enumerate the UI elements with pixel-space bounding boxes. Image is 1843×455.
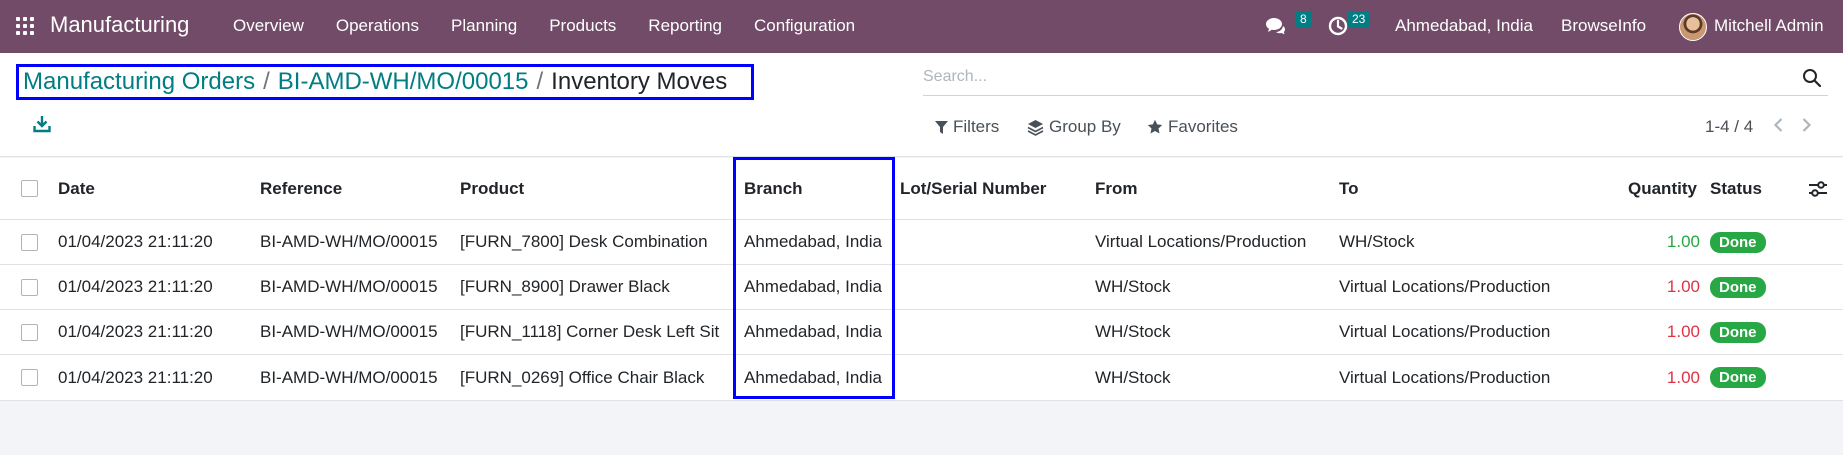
cell-from: WH/Stock bbox=[1095, 322, 1171, 341]
pager-value[interactable]: 1-4 / 4 bbox=[1705, 117, 1753, 137]
breadcrumb: Manufacturing Orders / BI-AMD-WH/MO/0001… bbox=[16, 64, 754, 100]
cell-reference: BI-AMD-WH/MO/00015 bbox=[260, 232, 438, 251]
cell-branch: Ahmedabad, India bbox=[744, 322, 882, 341]
menu-overview[interactable]: Overview bbox=[233, 16, 304, 36]
cell-status: Done bbox=[1710, 220, 1766, 264]
column-header-to[interactable]: To bbox=[1339, 158, 1359, 219]
menu-reporting[interactable]: Reporting bbox=[648, 16, 722, 36]
app-name[interactable]: Manufacturing bbox=[50, 12, 189, 38]
column-header-reference[interactable]: Reference bbox=[260, 158, 342, 219]
column-header-branch[interactable]: Branch bbox=[744, 158, 803, 219]
download-icon[interactable] bbox=[33, 115, 51, 133]
cell-product: [FURN_1118] Corner Desk Left Sit bbox=[460, 322, 720, 341]
cell-status: Done bbox=[1710, 355, 1766, 400]
cell-product: [FURN_7800] Desk Combination bbox=[460, 232, 708, 251]
search-input[interactable] bbox=[923, 62, 1783, 92]
menu-operations[interactable]: Operations bbox=[336, 16, 419, 36]
status-badge: Done bbox=[1710, 367, 1766, 388]
cell-reference: BI-AMD-WH/MO/00015 bbox=[260, 322, 438, 341]
status-badge: Done bbox=[1710, 231, 1766, 253]
menu-configuration[interactable]: Configuration bbox=[754, 16, 855, 36]
cell-status: Done bbox=[1710, 265, 1766, 309]
search-bar bbox=[923, 62, 1828, 96]
cell-product: [FURN_0269] Office Chair Black bbox=[460, 367, 705, 387]
clock-icon[interactable] bbox=[1328, 16, 1348, 36]
cell-to: Virtual Locations/Production bbox=[1339, 322, 1551, 341]
cell-from: Virtual Locations/Production bbox=[1095, 232, 1307, 251]
activities-count-badge: 23 bbox=[1347, 11, 1371, 27]
group-by-label: Group By bbox=[1049, 117, 1121, 136]
cell-reference: BI-AMD-WH/MO/00015 bbox=[260, 277, 438, 296]
messages-count-badge: 8 bbox=[1295, 11, 1312, 27]
layers-icon bbox=[1027, 119, 1044, 136]
breadcrumb-manufacturing-orders[interactable]: Manufacturing Orders bbox=[23, 68, 255, 96]
page-title: Inventory Moves bbox=[551, 68, 728, 95]
cell-date: 01/04/2023 21:11:20 bbox=[58, 322, 213, 341]
favorites-label: Favorites bbox=[1168, 117, 1238, 136]
column-header-lot[interactable]: Lot/Serial Number bbox=[900, 158, 1046, 219]
cell-to: Virtual Locations/Production bbox=[1339, 277, 1551, 296]
chevron-right-icon[interactable] bbox=[1798, 117, 1814, 133]
column-header-status[interactable]: Status bbox=[1710, 158, 1762, 219]
search-icon[interactable] bbox=[1802, 68, 1822, 88]
cell-branch: Ahmedabad, India bbox=[744, 367, 882, 387]
chat-icon[interactable] bbox=[1264, 16, 1286, 36]
avatar[interactable] bbox=[1679, 13, 1707, 41]
select-all-checkbox[interactable] bbox=[21, 180, 38, 197]
column-header-from[interactable]: From bbox=[1095, 158, 1138, 219]
user-menu[interactable]: Mitchell Admin bbox=[1714, 16, 1824, 36]
breadcrumb-separator: / bbox=[536, 68, 544, 95]
row-checkbox[interactable] bbox=[21, 279, 38, 296]
menu-planning[interactable]: Planning bbox=[451, 16, 517, 36]
moves-table: Date Reference Product Branch Lot/Serial… bbox=[0, 158, 1843, 401]
cell-quantity: 1.00 bbox=[1666, 367, 1700, 387]
chevron-left-icon[interactable] bbox=[1771, 117, 1787, 133]
company-switcher[interactable]: BrowseInfo bbox=[1561, 16, 1646, 36]
table-row[interactable]: 01/04/2023 21:11:20 BI-AMD-WH/MO/00015 [… bbox=[0, 220, 1843, 265]
branch-switcher[interactable]: Ahmedabad, India bbox=[1395, 16, 1533, 36]
cell-quantity: 1.00 bbox=[1666, 322, 1700, 341]
column-header-date[interactable]: Date bbox=[58, 158, 95, 219]
status-badge: Done bbox=[1710, 321, 1766, 343]
cell-product: [FURN_8900] Drawer Black bbox=[460, 277, 670, 296]
top-navbar: Manufacturing Overview Operations Planni… bbox=[0, 0, 1843, 53]
group-by-button[interactable]: Group By bbox=[1027, 117, 1121, 137]
filters-label: Filters bbox=[953, 117, 1000, 136]
main-menu: Overview Operations Planning Products Re… bbox=[233, 16, 887, 36]
cell-from: WH/Stock bbox=[1095, 277, 1171, 296]
cell-branch: Ahmedabad, India bbox=[744, 277, 882, 296]
filters-button[interactable]: Filters bbox=[935, 117, 999, 137]
breadcrumb-mo-reference[interactable]: BI-AMD-WH/MO/00015 bbox=[278, 68, 529, 96]
favorites-button[interactable]: Favorites bbox=[1147, 117, 1238, 137]
row-checkbox[interactable] bbox=[21, 234, 38, 251]
status-badge: Done bbox=[1710, 276, 1766, 298]
menu-products[interactable]: Products bbox=[549, 16, 616, 36]
cell-quantity: 1.00 bbox=[1666, 232, 1700, 251]
column-header-product[interactable]: Product bbox=[460, 158, 524, 219]
cell-quantity: 1.00 bbox=[1666, 277, 1700, 296]
row-checkbox[interactable] bbox=[21, 324, 38, 341]
cell-date: 01/04/2023 21:11:20 bbox=[58, 367, 213, 387]
table-row[interactable]: 01/04/2023 21:11:20 BI-AMD-WH/MO/00015 [… bbox=[0, 265, 1843, 310]
cell-to: WH/Stock bbox=[1339, 232, 1415, 251]
table-row[interactable]: 01/04/2023 21:11:20 BI-AMD-WH/MO/00015 [… bbox=[0, 310, 1843, 355]
cell-reference: BI-AMD-WH/MO/00015 bbox=[260, 367, 438, 387]
column-settings-icon[interactable] bbox=[1808, 181, 1828, 197]
apps-grid-icon[interactable] bbox=[16, 17, 34, 35]
cell-date: 01/04/2023 21:11:20 bbox=[58, 277, 213, 296]
cell-date: 01/04/2023 21:11:20 bbox=[58, 232, 213, 251]
table-row[interactable]: 01/04/2023 21:11:20 BI-AMD-WH/MO/00015 [… bbox=[0, 355, 1843, 400]
star-icon bbox=[1147, 119, 1163, 134]
row-checkbox[interactable] bbox=[21, 369, 38, 386]
column-header-quantity[interactable]: Quantity bbox=[1628, 158, 1697, 219]
cell-branch: Ahmedabad, India bbox=[744, 232, 882, 251]
cell-to: Virtual Locations/Production bbox=[1339, 367, 1551, 387]
breadcrumb-separator: / bbox=[263, 68, 270, 95]
table-header: Date Reference Product Branch Lot/Serial… bbox=[0, 158, 1843, 220]
cell-status: Done bbox=[1710, 310, 1766, 354]
cell-from: WH/Stock bbox=[1095, 367, 1171, 387]
filter-icon bbox=[935, 120, 948, 134]
